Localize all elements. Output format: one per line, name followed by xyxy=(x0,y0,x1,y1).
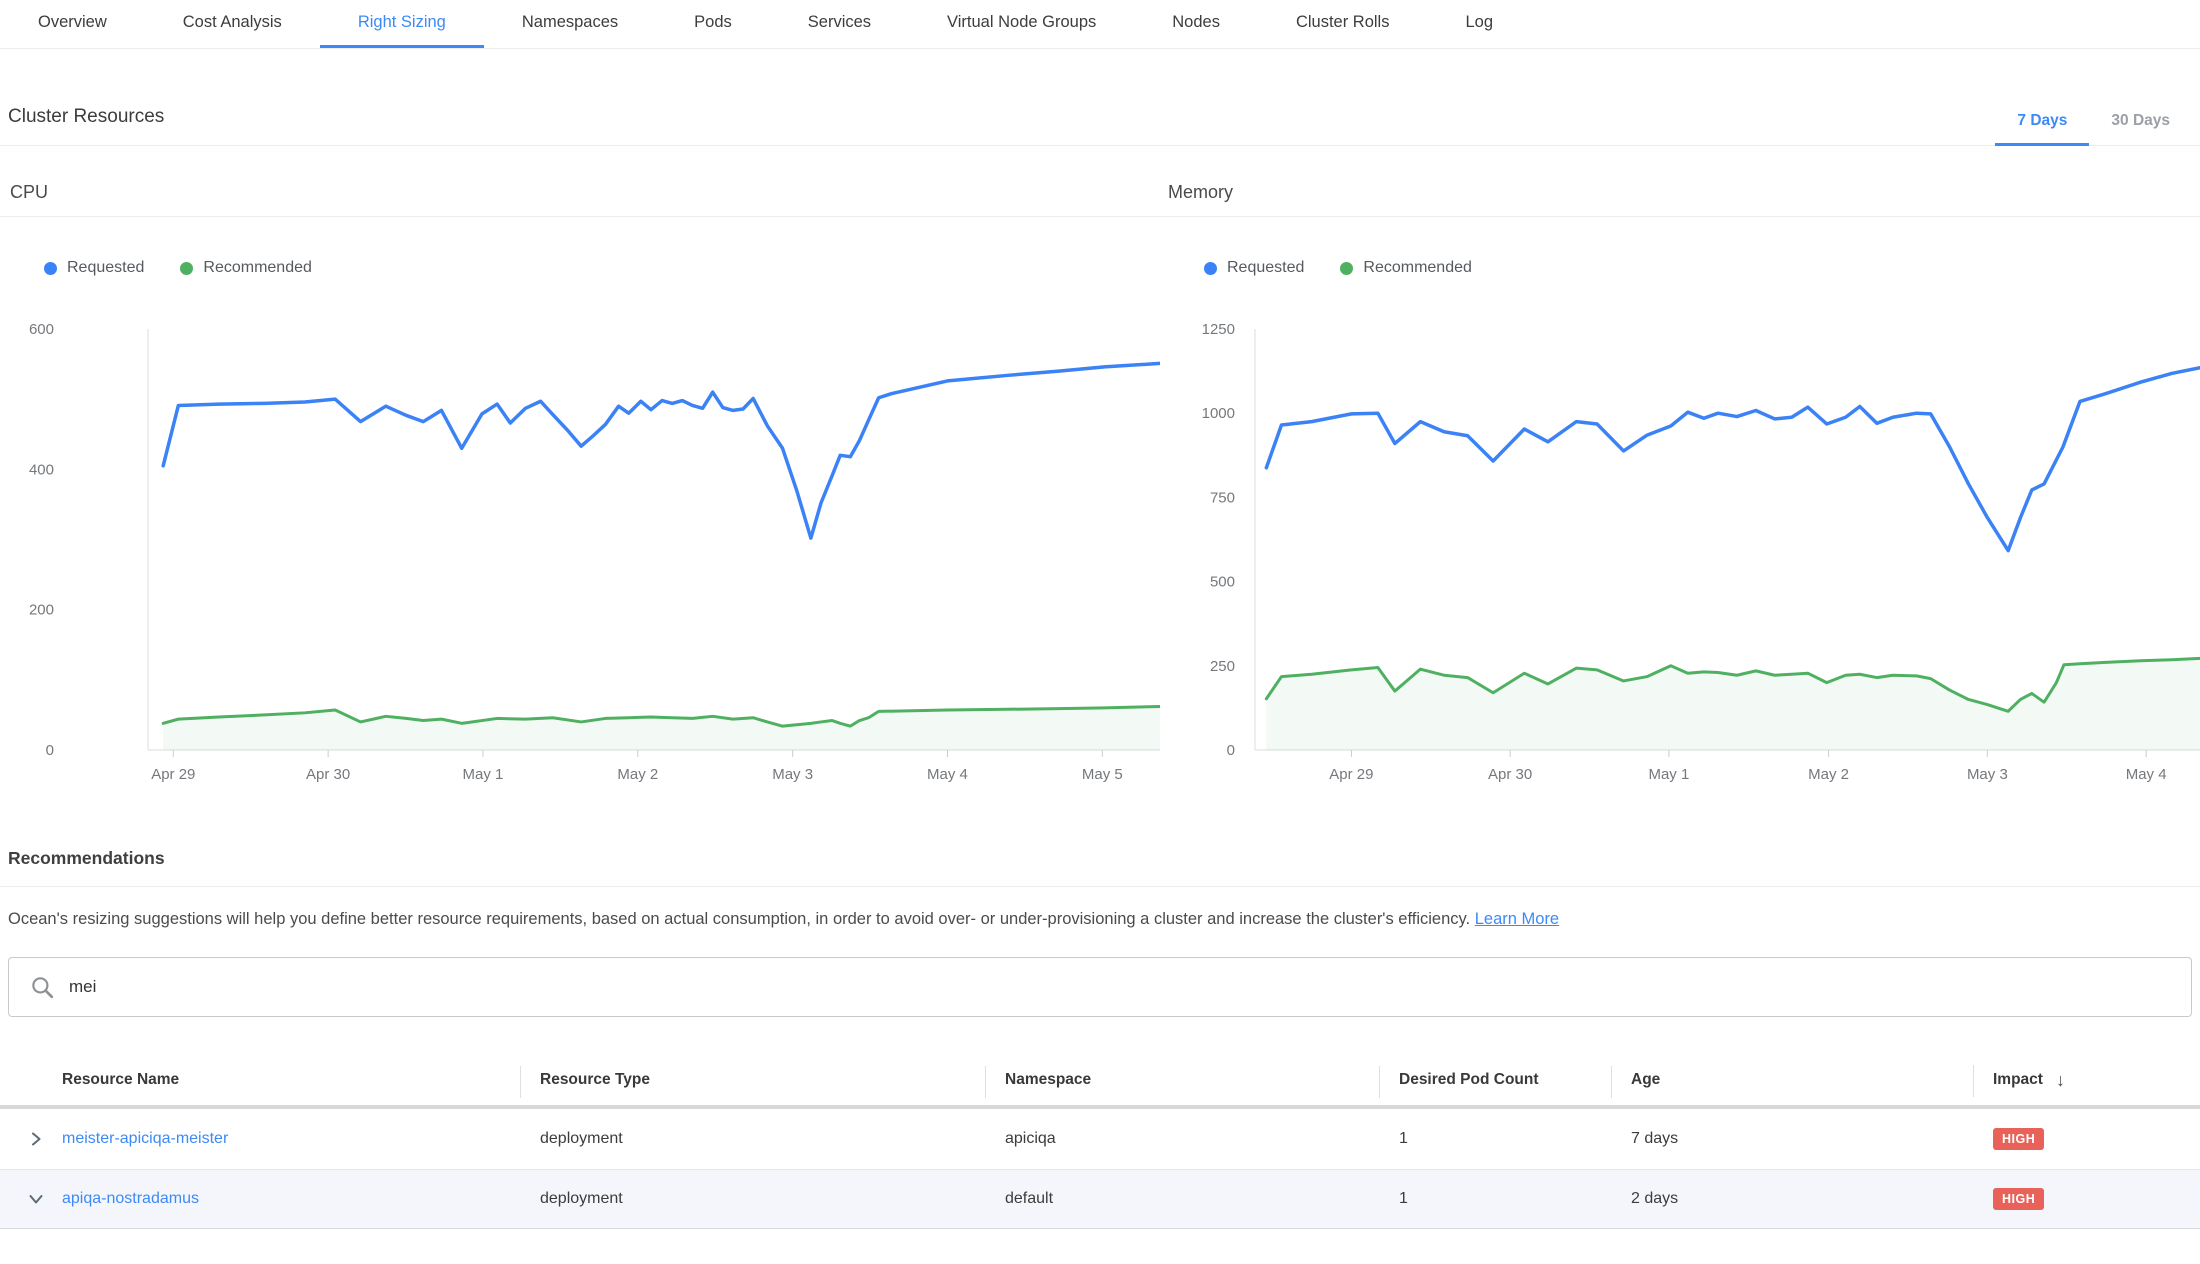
time-range-toggle: 7 Days 30 Days xyxy=(1995,112,2192,145)
legend-item-recommended: Recommended xyxy=(180,259,312,277)
namespace-cell: default xyxy=(985,1190,1379,1208)
resource-name-link[interactable]: apiqa-nostradamus xyxy=(62,1190,199,1208)
svg-text:Apr 30: Apr 30 xyxy=(1488,766,1532,783)
impact-header-label: Impact xyxy=(1993,1071,2043,1089)
column-header-namespace[interactable]: Namespace xyxy=(985,1071,1379,1089)
svg-text:Apr 29: Apr 29 xyxy=(151,766,195,783)
impact-badge: HIGH xyxy=(1993,1128,2044,1150)
tab-pods[interactable]: Pods xyxy=(656,0,770,48)
svg-text:May 1: May 1 xyxy=(1648,766,1689,783)
chevron-down-icon[interactable] xyxy=(28,1191,44,1207)
legend-item-recommended: Recommended xyxy=(1340,259,1472,277)
svg-text:0: 0 xyxy=(46,742,54,759)
chevron-right-icon[interactable] xyxy=(28,1131,44,1147)
svg-text:600: 600 xyxy=(29,321,54,338)
tab-nodes[interactable]: Nodes xyxy=(1134,0,1258,48)
legend-item-requested: Requested xyxy=(44,259,144,277)
learn-more-link[interactable]: Learn More xyxy=(1475,910,1559,928)
svg-text:500: 500 xyxy=(1210,574,1235,591)
resource-type-cell: deployment xyxy=(520,1190,985,1208)
column-header-impact[interactable]: Impact ↓ xyxy=(1973,1070,2200,1091)
tab-overview[interactable]: Overview xyxy=(0,0,145,48)
cpu-chart-legend: Requested Recommended xyxy=(44,257,1160,279)
table-row[interactable]: meister-apiciqa-meister deployment apici… xyxy=(0,1109,2200,1169)
svg-text:May 2: May 2 xyxy=(1808,766,1849,783)
tab-right-sizing[interactable]: Right Sizing xyxy=(320,0,484,48)
cpu-chart-panel: CPU Requested Recommended 600 400 200 0 Apr … xyxy=(0,146,1160,798)
impact-badge: HIGH xyxy=(1993,1188,2044,1210)
tab-virtual-node-groups[interactable]: Virtual Node Groups xyxy=(909,0,1134,48)
table-row[interactable]: apiqa-nostradamus deployment default 1 2… xyxy=(0,1169,2200,1229)
cpu-line-chart: 600 400 200 0 Apr 29 Apr 30 May 1 May 2 May 3 May… xyxy=(10,283,1160,798)
svg-text:May 3: May 3 xyxy=(772,766,813,783)
requested-legend-dot xyxy=(1204,262,1217,275)
cluster-resources-title: Cluster Resources xyxy=(8,49,164,145)
legend-label: Requested xyxy=(1227,259,1304,277)
resource-type-cell: deployment xyxy=(520,1130,985,1148)
tab-cluster-rolls[interactable]: Cluster Rolls xyxy=(1258,0,1428,48)
svg-text:Apr 29: Apr 29 xyxy=(1329,766,1373,783)
svg-text:Apr 30: Apr 30 xyxy=(306,766,350,783)
memory-chart-panel: Memory Requested Recommended 1250 1000 750… xyxy=(1160,146,2200,798)
tab-namespaces[interactable]: Namespaces xyxy=(484,0,656,48)
tab-bar: Overview Cost Analysis Right Sizing Name… xyxy=(0,0,2200,49)
recommended-legend-dot xyxy=(1340,262,1353,275)
recommendations-table: Resource Name Resource Type Namespace De… xyxy=(0,1055,2200,1229)
svg-text:May 1: May 1 xyxy=(463,766,504,783)
legend-label: Requested xyxy=(67,259,144,277)
range-7-days[interactable]: 7 Days xyxy=(1995,112,2089,146)
memory-chart-legend: Requested Recommended xyxy=(1204,257,2200,279)
tab-cost-analysis[interactable]: Cost Analysis xyxy=(145,0,320,48)
cpu-chart-title: CPU xyxy=(0,146,1160,217)
memory-chart-title: Memory xyxy=(1160,146,2200,217)
namespace-cell: apiciqa xyxy=(985,1130,1379,1148)
svg-text:400: 400 xyxy=(29,461,54,478)
range-30-days[interactable]: 30 Days xyxy=(2089,112,2192,146)
table-header: Resource Name Resource Type Namespace De… xyxy=(0,1055,2200,1105)
memory-line-chart: 1250 1000 750 500 250 0 Apr 29 Apr 30 May 1 May 2… xyxy=(1160,283,2200,798)
desired-pod-count-cell: 1 xyxy=(1379,1130,1611,1148)
svg-text:May 2: May 2 xyxy=(617,766,658,783)
tab-services[interactable]: Services xyxy=(770,0,909,48)
svg-text:1000: 1000 xyxy=(1202,405,1235,422)
legend-label: Recommended xyxy=(203,259,312,277)
recommendations-description-text: Ocean's resizing suggestions will help y… xyxy=(8,910,1470,928)
column-header-resource-name[interactable]: Resource Name xyxy=(0,1071,520,1089)
svg-text:May 5: May 5 xyxy=(1082,766,1123,783)
age-cell: 7 days xyxy=(1611,1130,1973,1148)
svg-text:1250: 1250 xyxy=(1202,321,1235,338)
svg-text:200: 200 xyxy=(29,602,54,619)
search-box xyxy=(8,957,2192,1017)
legend-item-requested: Requested xyxy=(1204,259,1304,277)
age-cell: 2 days xyxy=(1611,1190,1973,1208)
svg-text:May 4: May 4 xyxy=(2126,766,2167,783)
svg-text:750: 750 xyxy=(1210,489,1235,506)
svg-text:0: 0 xyxy=(1227,742,1235,759)
legend-label: Recommended xyxy=(1363,259,1472,277)
requested-legend-dot xyxy=(44,262,57,275)
svg-text:250: 250 xyxy=(1210,658,1235,675)
column-header-desired-pod-count[interactable]: Desired Pod Count xyxy=(1379,1071,1611,1089)
column-header-age[interactable]: Age xyxy=(1611,1071,1973,1089)
search-input[interactable] xyxy=(69,977,2191,997)
svg-text:May 3: May 3 xyxy=(1967,766,2008,783)
resource-name-link[interactable]: meister-apiciqa-meister xyxy=(62,1130,228,1148)
recommendations-title: Recommendations xyxy=(0,798,2200,869)
recommended-legend-dot xyxy=(180,262,193,275)
desired-pod-count-cell: 1 xyxy=(1379,1190,1611,1208)
column-header-resource-type[interactable]: Resource Type xyxy=(520,1071,985,1089)
tab-log[interactable]: Log xyxy=(1427,0,1531,48)
svg-text:May 4: May 4 xyxy=(927,766,968,783)
sort-descending-icon[interactable]: ↓ xyxy=(2056,1070,2065,1091)
recommendations-description: Ocean's resizing suggestions will help y… xyxy=(0,887,2200,929)
charts-row: CPU Requested Recommended 600 400 200 0 Apr … xyxy=(0,146,2200,798)
cluster-resources-header: Cluster Resources 7 Days 30 Days xyxy=(0,49,2200,146)
search-icon xyxy=(29,974,55,1000)
